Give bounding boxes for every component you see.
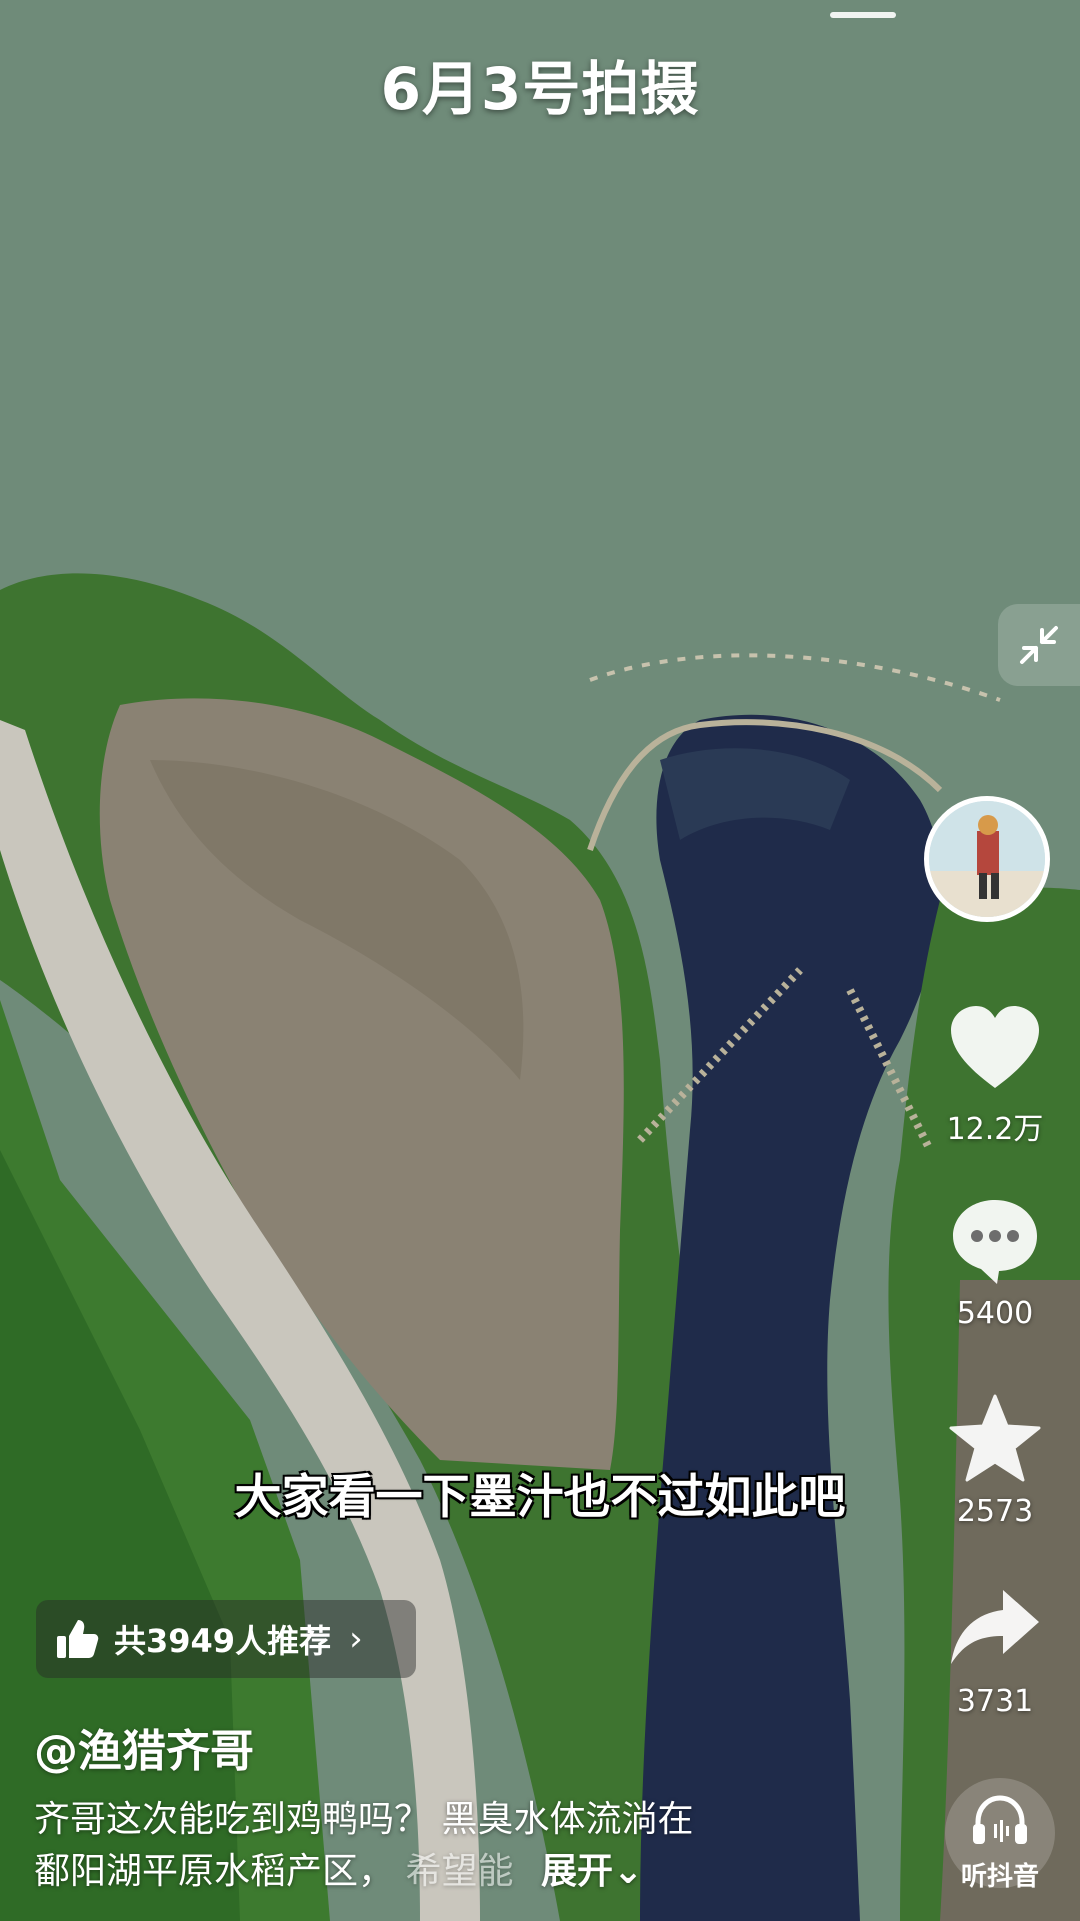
favorite-button[interactable]: 2573	[930, 1390, 1060, 1529]
video-subtitle: 大家看一下墨汁也不过如此吧	[234, 1470, 846, 1525]
favorite-count: 2573	[956, 1494, 1034, 1529]
collapse-arrows-icon	[1020, 626, 1058, 664]
recommend-label: 共3949人推荐	[114, 1622, 332, 1660]
heart-icon	[951, 1006, 1039, 1088]
comment-bubble-icon	[953, 1200, 1037, 1284]
comment-count: 5400	[956, 1296, 1034, 1331]
top-indicator	[830, 12, 896, 18]
like-count: 12.2万	[946, 1112, 1044, 1147]
star-icon	[949, 1394, 1041, 1482]
comment-button[interactable]: 5400	[930, 1192, 1060, 1331]
author-avatar[interactable]	[924, 796, 1050, 922]
chevron-right-icon: ›	[349, 1619, 363, 1659]
date-caption: 6月3号拍摄	[380, 55, 700, 123]
share-button[interactable]: 3731	[930, 1580, 1060, 1719]
author-handle[interactable]: @渔猎齐哥	[34, 1715, 254, 1779]
listen-label: 听抖音	[960, 1862, 1039, 1892]
headphones-icon	[973, 1795, 1027, 1844]
listen-douyin-button[interactable]: 听抖音	[930, 1778, 1070, 1892]
thumbs-up-icon	[57, 1620, 99, 1658]
description-line-2-faded: 希望能	[405, 1851, 514, 1892]
video-description: 齐哥这次能吃到鸡鸭吗？ 黑臭水体流淌在 鄱阳湖平原水稻产区， 希望能 展开⌄	[34, 1794, 834, 1898]
expand-button[interactable]: 展开⌄	[541, 1851, 643, 1892]
description-line-1: 齐哥这次能吃到鸡鸭吗？ 黑臭水体流淌在	[34, 1799, 694, 1840]
avatar-image	[929, 801, 1045, 917]
like-button[interactable]: 12.2万	[930, 1000, 1060, 1148]
recommend-pill[interactable]: 共3949人推荐 ›	[36, 1600, 416, 1678]
collapse-button[interactable]	[998, 604, 1080, 686]
description-line-2: 鄱阳湖平原水稻产区，	[34, 1851, 395, 1892]
share-arrow-icon	[951, 1590, 1039, 1664]
share-count: 3731	[956, 1684, 1034, 1719]
